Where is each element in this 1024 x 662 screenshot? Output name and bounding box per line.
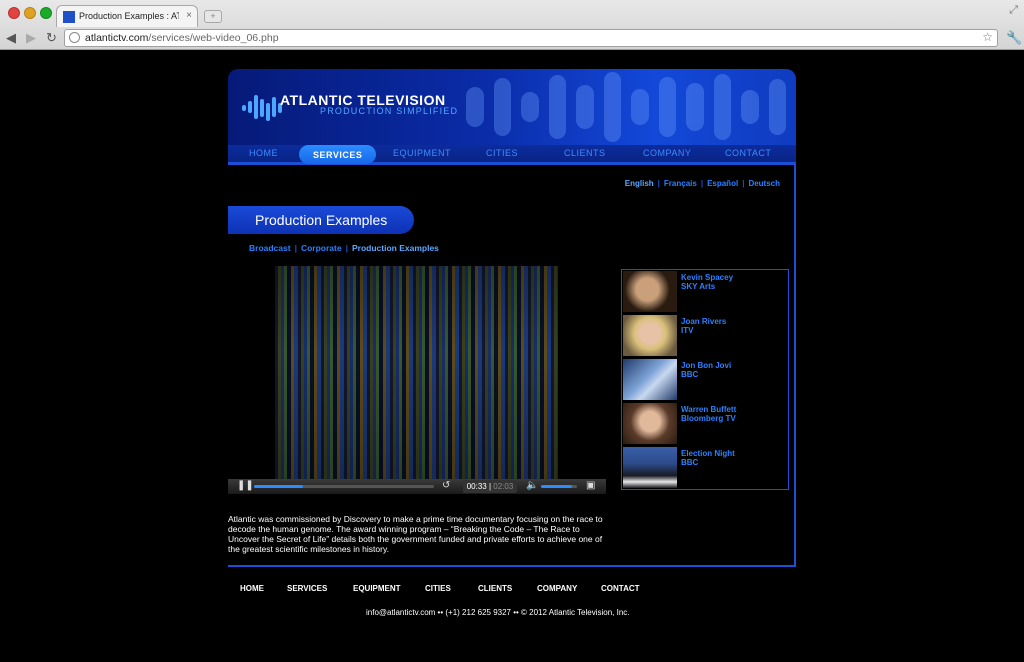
fullscreen-icon[interactable]: ⤢ [1009,4,1018,17]
playlist-name: Election Night [681,449,735,458]
logo-tagline: PRODUCTION SIMPLIFIED [320,106,459,116]
lang-espanol[interactable]: Español [707,179,738,188]
playlist-item[interactable]: Warren Buffett Bloomberg TV [622,402,788,445]
close-window-button[interactable] [8,7,20,19]
browser-chrome: Production Examples : ATLA × + ⤢ ◀ ▶ ↻ a… [0,0,1024,50]
url-text: atlantictv.com/services/web-video_06.php [85,32,279,44]
favicon-icon [63,11,75,23]
reload-button[interactable]: ↻ [46,30,57,46]
nav-services[interactable]: SERVICES [299,145,377,164]
url-domain: atlantictv.com [85,32,149,44]
footer-contact-info: info@atlantictv.com •• (+1) 212 625 9327… [366,608,630,617]
zoom-window-button[interactable] [40,7,52,19]
time-display: 00:33 | 02:03 [463,480,517,493]
footer-contact[interactable]: CONTACT [601,584,640,593]
section-heading: Production Examples [228,206,414,234]
bookmark-star-icon[interactable]: ☆ [982,30,993,44]
page-title: Production Examples [255,212,388,228]
url-path: /services/web-video_06.php [148,32,279,44]
duration: 02:03 [493,482,514,491]
nav-home[interactable]: HOME [249,148,278,158]
site-header: ATLANTIC TELEVISION PRODUCTION SIMPLIFIE… [228,69,796,145]
playlist-name: Joan Rivers [681,317,727,326]
nav-clients[interactable]: CLIENTS [564,148,606,158]
fullscreen-button[interactable]: ▣ [586,480,595,491]
seek-progress [254,485,303,488]
new-tab-button[interactable]: + [204,10,222,23]
globe-icon [69,32,80,43]
subnav-production-examples[interactable]: Production Examples [352,243,439,253]
video-controls: ❚❚ ↺ 00:33 | 02:03 🔈 ▣ [228,479,606,494]
minimize-window-button[interactable] [24,7,36,19]
subnav-broadcast[interactable]: Broadcast [249,243,291,253]
main-nav: HOME SERVICES EQUIPMENT CITIES CLIENTS C… [228,145,796,165]
footer-clients[interactable]: CLIENTS [478,584,512,593]
footer-cities[interactable]: CITIES [425,584,451,593]
back-button[interactable]: ◀ [6,30,16,46]
footer-home[interactable]: HOME [240,584,264,593]
thumbnail-image [623,403,677,444]
playlist-name: Warren Buffett [681,405,737,414]
browser-tab[interactable]: Production Examples : ATLA × [56,5,198,27]
playlist-channel: BBC [681,458,699,467]
lang-deutsch[interactable]: Deutsch [748,179,780,188]
current-time: 00:33 [466,482,487,491]
sub-nav: Broadcast | Corporate | Production Examples [249,243,439,253]
lang-francais[interactable]: Français [664,179,697,188]
wrench-icon[interactable]: 🔧 [1006,30,1022,46]
video-description: Atlantic was commissioned by Discovery t… [228,514,603,554]
subnav-corporate[interactable]: Corporate [301,243,342,253]
volume-level [541,485,572,488]
tab-title: Production Examples : ATLA [79,11,179,21]
language-switcher: English | Français | Español | Deutsch [624,179,780,188]
address-bar[interactable]: atlantictv.com/services/web-video_06.php… [64,29,998,47]
footer-company[interactable]: COMPANY [537,584,577,593]
volume-slider[interactable] [541,485,577,488]
thumbnail-image [623,315,677,356]
playlist-item[interactable]: Joan Rivers ITV [622,314,788,357]
playlist-item[interactable]: Election Night BBC [622,446,788,489]
logo-icon[interactable] [242,91,284,127]
footer-equipment[interactable]: EQUIPMENT [353,584,401,593]
playlist-name: Kevin Spacey [681,273,734,282]
playlist-item[interactable]: Kevin Spacey SKY Arts [622,270,788,313]
nav-company[interactable]: COMPANY [643,148,691,158]
thumbnail-image [623,359,677,400]
video-playlist: Kevin Spacey SKY Arts Joan Rivers ITV Jo… [621,269,789,490]
nav-contact[interactable]: CONTACT [725,148,771,158]
playlist-channel: SKY Arts [681,282,716,291]
playlist-name: Jon Bon Jovi [681,361,732,370]
footer-services[interactable]: SERVICES [287,584,327,593]
thumbnail-image [623,447,677,488]
seek-bar[interactable] [254,485,434,488]
pause-button[interactable]: ❚❚ [237,480,254,491]
playlist-channel: ITV [681,326,694,335]
video-frame[interactable] [275,266,558,479]
lang-english[interactable]: English [625,179,654,188]
playlist-channel: Bloomberg TV [681,414,736,423]
volume-icon[interactable]: 🔈 [526,480,538,491]
replay-icon[interactable]: ↺ [442,480,450,491]
content-panel: English | Français | Español | Deutsch Product… [228,165,796,567]
nav-cities[interactable]: CITIES [486,148,518,158]
thumbnail-image [623,271,677,312]
nav-equipment[interactable]: EQUIPMENT [393,148,451,158]
forward-button[interactable]: ▶ [26,30,36,46]
header-decoration [466,69,786,145]
tab-close-icon[interactable]: × [186,10,192,21]
playlist-item[interactable]: Jon Bon Jovi BBC [622,358,788,401]
playlist-channel: BBC [681,370,699,379]
